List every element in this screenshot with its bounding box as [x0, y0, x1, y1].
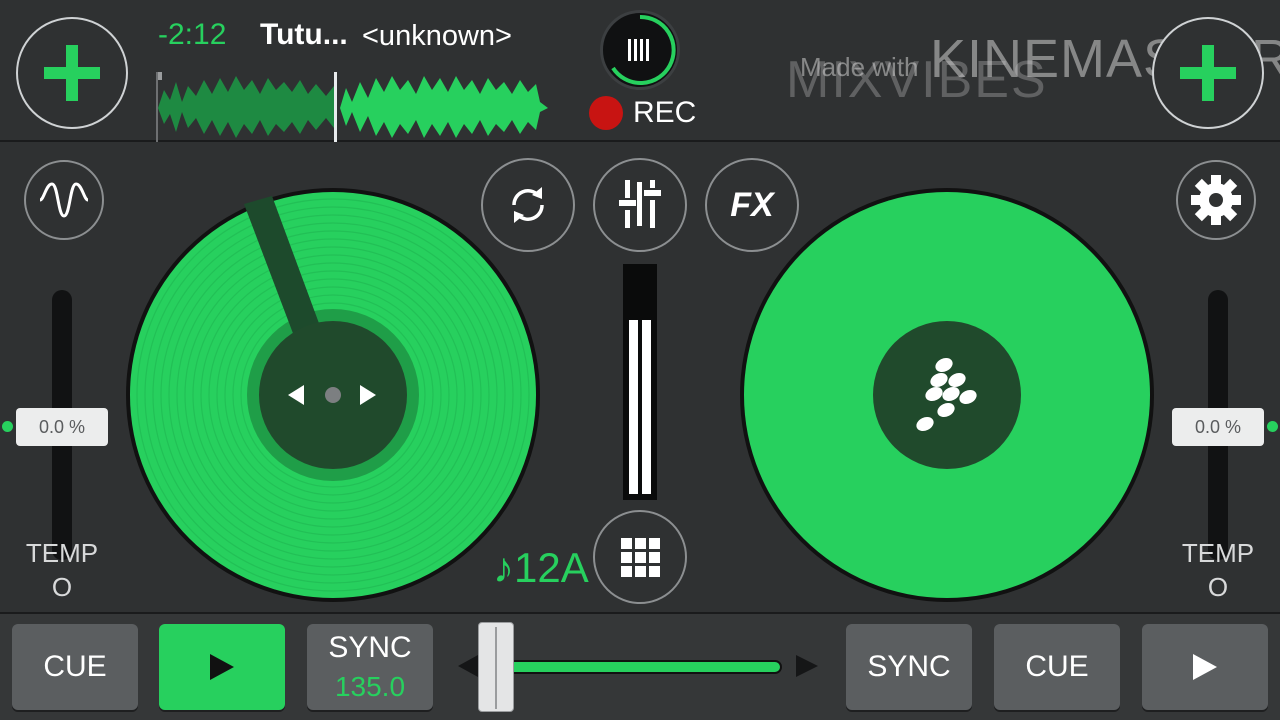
- waveform-left-edge: [156, 72, 158, 142]
- tempo-label-left-line2: O: [51, 572, 73, 602]
- crossfader-handle[interactable]: [478, 622, 514, 712]
- play-icon: [210, 654, 234, 680]
- plus-icon: [44, 45, 100, 101]
- left-turntable[interactable]: [124, 186, 542, 604]
- left-bpm: 135.0: [334, 671, 406, 702]
- left-sync-label: SYNC: [328, 631, 412, 664]
- tempo-label-right-line1: TEMP: [1181, 538, 1255, 568]
- left-deck-track-artist: <unknown>: [362, 20, 512, 52]
- sampler-pads-button[interactable]: [593, 510, 687, 604]
- center-dot-icon: [325, 387, 341, 403]
- add-track-right-button[interactable]: [1152, 17, 1264, 129]
- left-cue-label: CUE: [43, 650, 107, 683]
- tempo-indicator-left: [2, 421, 13, 432]
- tempo-label-left-line1: TEMP: [25, 538, 99, 568]
- waveform-playhead: [334, 72, 337, 142]
- settings-button[interactable]: [1176, 160, 1256, 240]
- watermark-made-with: Made with: [800, 52, 919, 82]
- right-sync-label: SYNC: [867, 650, 951, 683]
- left-cue-button[interactable]: CUE: [12, 624, 138, 710]
- waveform-remaining: [340, 76, 548, 138]
- right-cue-label: CUE: [1025, 650, 1089, 683]
- vu-meter-left-bar: [629, 320, 638, 494]
- tempo-slider-right-handle[interactable]: 0.0 %: [1172, 408, 1264, 446]
- tempo-label-left: TEMP O: [22, 536, 102, 604]
- record-button[interactable]: [589, 96, 623, 130]
- crossfader-track[interactable]: [490, 660, 782, 674]
- right-play-button[interactable]: [1142, 624, 1268, 710]
- waveform-icon: [39, 182, 89, 218]
- left-deck-remaining-time: -2:12: [158, 18, 227, 51]
- crossfader-left-arrow-icon[interactable]: [458, 655, 478, 677]
- right-cue-button[interactable]: CUE: [994, 624, 1120, 710]
- crossfader-right-arrow-icon[interactable]: [796, 655, 818, 677]
- add-track-left-button[interactable]: [16, 17, 128, 129]
- record-label: REC: [633, 96, 697, 129]
- play-icon: [1193, 654, 1217, 680]
- tempo-slider-left-handle[interactable]: 0.0 %: [16, 408, 108, 446]
- right-sync-button[interactable]: SYNC: [846, 624, 972, 710]
- tempo-label-right: TEMP O: [1178, 536, 1258, 604]
- tempo-indicator-right: [1267, 421, 1278, 432]
- waveform-view-button[interactable]: [24, 160, 104, 240]
- gear-icon: [1191, 175, 1241, 225]
- waveform-played: [158, 76, 336, 138]
- mixer-icon: [619, 180, 661, 228]
- mixvibes-disc-art: [611, 14, 676, 85]
- right-turntable[interactable]: [738, 186, 1156, 604]
- mixvibes-disc-icon[interactable]: [600, 10, 680, 90]
- grid-icon: [620, 537, 660, 577]
- mixer-button[interactable]: [593, 158, 687, 252]
- left-deck-waveform[interactable]: [156, 72, 556, 142]
- tempo-label-right-line2: O: [1207, 572, 1229, 602]
- left-play-button[interactable]: [159, 624, 285, 710]
- vu-meter: [623, 264, 657, 500]
- left-deck-track-title: Tutu...: [260, 18, 348, 51]
- left-sync-button[interactable]: SYNC 135.0: [307, 624, 433, 710]
- left-deck-key: ♪12A: [493, 544, 589, 591]
- vu-meter-right-bar: [642, 320, 651, 494]
- plus-icon: [1180, 45, 1236, 101]
